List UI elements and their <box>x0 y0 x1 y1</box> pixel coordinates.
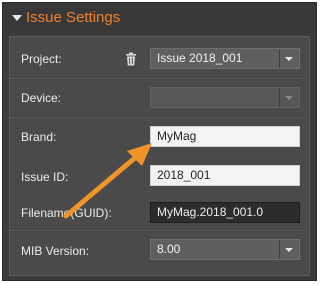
brand-label: Brand: <box>21 130 57 144</box>
device-label: Device: <box>21 91 62 105</box>
dropdown-arrow-icon[interactable] <box>279 88 299 107</box>
brand-input[interactable]: MyMag <box>150 126 300 147</box>
project-label: Project: <box>21 52 62 66</box>
project-select[interactable]: Issue 2018_001 <box>150 48 300 69</box>
mib-version-select-value: 8.00 <box>157 242 181 256</box>
divider <box>7 117 307 118</box>
panel-header[interactable]: Issue Settings <box>3 3 316 33</box>
divider <box>7 78 307 79</box>
issue-id-label: Issue ID: <box>21 170 69 184</box>
filename-field: MyMag.2018_001.0 <box>150 202 300 223</box>
trash-icon[interactable] <box>125 52 137 66</box>
issue-id-input[interactable]: 2018_001 <box>150 165 300 186</box>
filename-label: Filename(GUID): <box>21 206 112 220</box>
divider <box>7 230 307 231</box>
dropdown-arrow-icon[interactable] <box>279 49 299 68</box>
mib-version-select[interactable]: 8.00 <box>150 239 300 260</box>
dropdown-arrow-icon[interactable] <box>279 240 299 259</box>
project-select-value: Issue 2018_001 <box>157 51 243 65</box>
device-select[interactable] <box>150 87 300 108</box>
mib-version-label: MIB Version: <box>21 244 90 258</box>
chevron-down-icon[interactable] <box>12 15 22 21</box>
panel-title: Issue Settings <box>26 9 121 26</box>
